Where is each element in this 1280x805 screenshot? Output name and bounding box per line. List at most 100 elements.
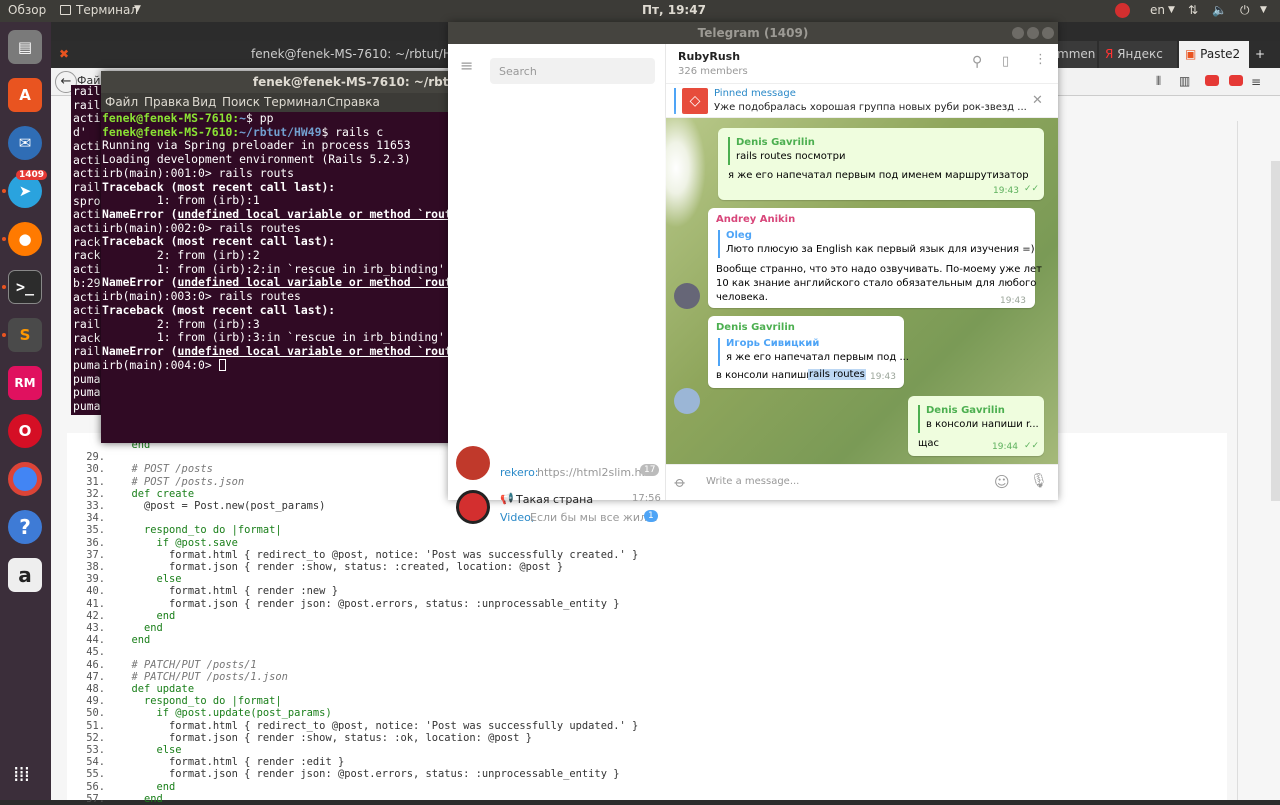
code-text: end [119, 780, 176, 793]
files-icon[interactable]: ▤ [8, 30, 42, 64]
code-line: 46. # PATCH/PUT /posts/1 [67, 659, 256, 671]
code-line: 37. format.html { redirect_to @post, not… [67, 549, 638, 561]
code-line: 55. format.json { render json: @post.err… [67, 768, 619, 780]
terminal-line: 1: from (irb):3:in `rescue in irb_bindin… [102, 330, 445, 345]
message-time: 19:44 [992, 442, 1018, 452]
power-icon[interactable]: ⏻ [1240, 3, 1250, 18]
minimize-button[interactable] [1012, 27, 1024, 39]
new-tab-icon[interactable]: + [1255, 47, 1265, 61]
avatar[interactable] [674, 283, 700, 309]
terminal-line: Traceback (most recent call last): [102, 302, 336, 317]
message-composer: ⌀ Write a message... ☺ 🎙 [666, 464, 1058, 500]
code-text: @post = Post.new(post_params) [119, 500, 326, 512]
code-text: format.html { redirect_to @post, notice:… [119, 719, 639, 732]
extension-icon[interactable] [1229, 75, 1243, 86]
firefox-icon[interactable]: ● [8, 222, 42, 256]
line-number: 55. [86, 768, 105, 781]
chat-preview: https://html2slim.h... [537, 466, 653, 479]
extension-icon[interactable] [1205, 75, 1219, 86]
telegram-titlebar: Telegram (1409) [448, 22, 1058, 44]
message-text: щас [918, 438, 940, 449]
rubymine-icon[interactable]: RM [8, 366, 42, 400]
thunderbird-icon[interactable]: ✉ [8, 126, 42, 160]
reply-quote[interactable]: Oleg Лютo плюсую за English как первый я… [718, 230, 1034, 258]
avatar[interactable] [674, 388, 700, 414]
code-text: def update [119, 683, 195, 695]
keyboard-layout[interactable]: en [1150, 3, 1165, 17]
line-number: 38. [86, 561, 105, 573]
network-icon[interactable]: ⇅ [1188, 3, 1198, 17]
opera-icon[interactable]: O [8, 414, 42, 448]
dock: ▤ A ✉ ➤ 1409 ● >_ S RM O ? a ⁞⁞⁞ [0, 22, 51, 800]
line-number: 40. [86, 585, 105, 598]
indicator-icon[interactable] [1115, 3, 1130, 18]
menu-terminal[interactable]: Терминал [264, 95, 326, 109]
menu-edit[interactable]: Правка [144, 95, 190, 109]
background-terminal-line: acti [73, 303, 101, 318]
message-bubble[interactable]: Denis Gavrilin rails routes посмотри я ж… [718, 128, 1044, 200]
amazon-icon[interactable]: a [8, 558, 42, 592]
tab-label: Яндекс [1117, 47, 1163, 61]
info-panel-icon[interactable]: ▯ [1002, 54, 1009, 69]
message-bubble[interactable]: Andrey Anikin Oleg Лютo плюсую за Englis… [708, 208, 1042, 308]
help-icon[interactable]: ? [8, 510, 42, 544]
background-terminal-line: puma [73, 385, 101, 400]
emoji-icon[interactable]: ☺ [994, 473, 1010, 491]
library-icon[interactable]: ⫴ [1156, 74, 1161, 89]
menu-search[interactable]: Поиск [222, 95, 260, 109]
close-icon[interactable]: ✖ [59, 47, 69, 61]
background-terminal-line: acti [73, 207, 101, 222]
background-terminal-line: acti [73, 262, 101, 277]
close-button[interactable] [1042, 27, 1054, 39]
search-input[interactable]: Search [490, 58, 655, 84]
reply-quote[interactable]: Игорь Сивицкий я же его напечатал первым… [718, 338, 909, 366]
chat-title[interactable]: RubyRush [678, 50, 740, 63]
message-input[interactable]: Write a message... [706, 476, 799, 487]
browser-tab[interactable]: Я Яндекс [1099, 41, 1177, 68]
terminal-line: fenek@fenek-MS-7610:~/rbtut/HW49$ rails … [102, 125, 383, 140]
message-bubble[interactable]: Denis Gavrilin в консоли напиши r... щас… [908, 396, 1044, 456]
code-text: end [119, 634, 151, 647]
terminal-line: irb(main):002:0> rails routes [102, 220, 301, 235]
reply-text: в консоли напиши r... [926, 419, 1039, 430]
background-terminal-line: d' [73, 125, 87, 140]
member-count: 326 members [678, 66, 748, 77]
menu-view[interactable]: Вид [192, 95, 216, 109]
terminal-app-icon [60, 5, 71, 15]
more-options-icon[interactable]: ⋮ [1034, 52, 1047, 67]
terminal-icon[interactable]: >_ [8, 270, 42, 304]
message-text: я же его напечатал первым под именем мар… [728, 170, 1029, 181]
menu-help[interactable]: Справка [327, 95, 380, 109]
scrollbar[interactable] [1271, 161, 1280, 501]
sidebar-icon[interactable]: ▥ [1179, 74, 1190, 88]
sublime-text-icon[interactable]: S [8, 318, 42, 352]
line-number: 53. [86, 744, 105, 756]
app-menu[interactable]: Терминал [76, 3, 138, 17]
volume-icon[interactable]: 🔈 [1212, 3, 1227, 17]
running-indicator [2, 333, 6, 337]
message-bubble[interactable]: Denis Gavrilin Игорь Сивицкий я же его н… [708, 316, 909, 388]
software-center-icon[interactable]: A [8, 78, 42, 112]
menu-file[interactable]: Файл [105, 95, 138, 109]
activities-button[interactable]: Обзор [8, 3, 46, 17]
line-number: 50. [86, 707, 105, 720]
line-number: 31. [86, 475, 105, 488]
attach-icon[interactable]: ⌀ [671, 472, 690, 491]
pinned-message-bar[interactable]: ◇ Pinned message Уже подобралась хорошая… [666, 84, 1058, 118]
browser-tab-active[interactable]: ▣ Paste2 [1179, 41, 1249, 68]
search-icon[interactable]: ⚲ [972, 54, 982, 70]
chrome-icon[interactable] [8, 462, 42, 496]
hamburger-menu-icon[interactable]: ≡ [460, 56, 473, 75]
reply-quote[interactable]: Denis Gavrilin rails routes посмотри [728, 137, 845, 165]
prompt-path: ~ [239, 111, 247, 125]
paste-icon: ▣ [1185, 47, 1201, 61]
reply-quote[interactable]: Denis Gavrilin в консоли напиши r... [918, 405, 1039, 433]
show-apps-icon[interactable]: ⁞⁞⁞ [13, 762, 30, 786]
clock[interactable]: Пт, 19:47 [642, 3, 706, 17]
microphone-icon[interactable]: 🎙 [1030, 473, 1048, 489]
close-icon[interactable]: ✕ [1032, 93, 1043, 108]
chevron-down-icon: ▼ [1260, 5, 1267, 15]
maximize-button[interactable] [1027, 27, 1039, 39]
line-number: 51. [86, 719, 105, 732]
menu-icon[interactable]: ≡ [1251, 75, 1261, 89]
